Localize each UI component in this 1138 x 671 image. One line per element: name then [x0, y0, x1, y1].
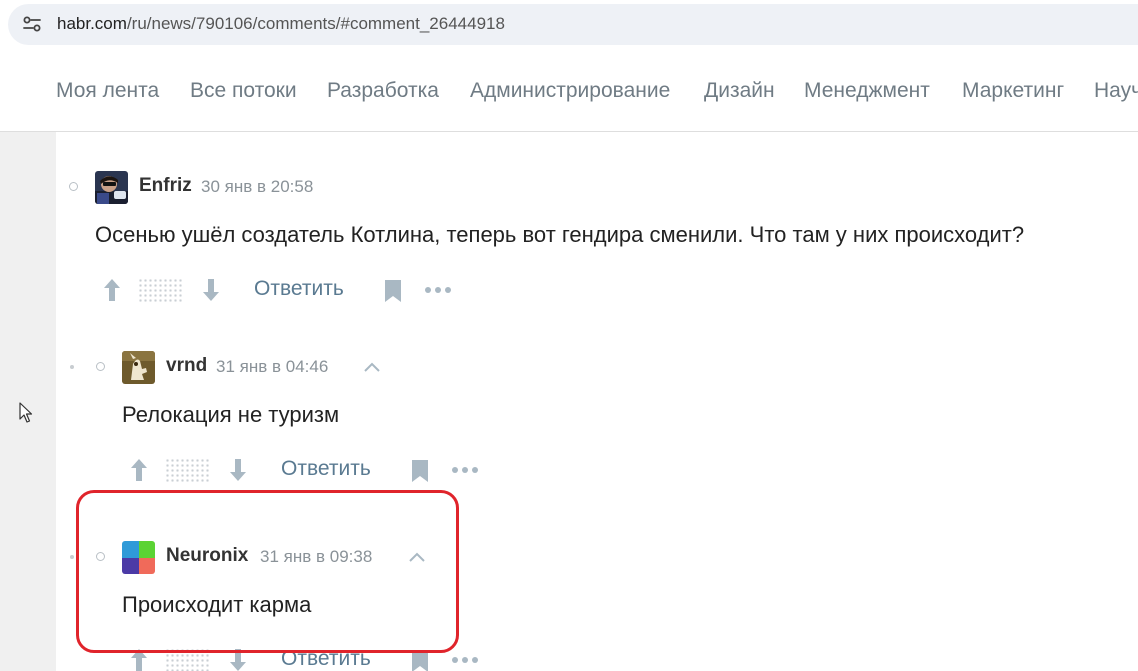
thread-bullet	[96, 362, 105, 371]
highlight-annotation-box	[76, 490, 459, 653]
hubs-navigation: Моя лента Все потоки Разработка Админист…	[0, 54, 1138, 132]
more-options-icon[interactable]	[424, 286, 452, 294]
comment-text: Осенью ушёл создатель Котлина, теперь во…	[95, 222, 1025, 247]
nav-item-administration[interactable]: Администрирование	[470, 79, 670, 103]
karma-hidden-pattern	[165, 458, 209, 482]
avatar[interactable]	[122, 351, 155, 384]
nav-item-management[interactable]: Менеджмент	[804, 79, 930, 103]
vote-down-icon[interactable]	[229, 458, 247, 482]
thread-bullet	[69, 182, 78, 191]
comment-time[interactable]: 31 янв в 04:46	[216, 357, 328, 377]
nav-item-all-streams[interactable]: Все потоки	[190, 79, 297, 103]
comment-time[interactable]: 30 янв в 20:58	[201, 177, 313, 197]
browser-address-bar: habr.com/ru/news/790106/comments/#commen…	[0, 0, 1138, 54]
nav-item-development[interactable]: Разработка	[327, 79, 439, 103]
comment-vrnd: vrnd 31 янв в 04:46 Релокация не туризм …	[56, 312, 1138, 492]
chevron-up-icon[interactable]	[363, 362, 381, 373]
vote-up-icon[interactable]	[103, 278, 121, 302]
vote-down-icon[interactable]	[202, 278, 220, 302]
reply-button[interactable]: Ответить	[254, 277, 344, 301]
avatar[interactable]	[95, 171, 128, 204]
karma-hidden-pattern	[138, 278, 182, 302]
avatar-enfriz-icon	[95, 171, 128, 204]
url-text[interactable]: habr.com/ru/news/790106/comments/#commen…	[57, 14, 505, 34]
nav-item-design[interactable]: Дизайн	[704, 79, 775, 103]
avatar-vrnd-icon	[122, 351, 155, 384]
comment-enfriz: Enfriz 30 янв в 20:58 Осенью ушёл создат…	[56, 132, 1138, 312]
comment-text: Релокация не туризм	[122, 402, 340, 427]
url-host: habr.com	[57, 14, 127, 33]
bookmark-icon[interactable]	[384, 279, 402, 303]
thread-level-dot	[70, 365, 74, 369]
mouse-cursor-icon	[19, 402, 33, 423]
comment-author[interactable]: vrnd	[166, 355, 207, 377]
reply-button[interactable]: Ответить	[281, 457, 371, 481]
nav-item-my-feed[interactable]: Моя лента	[56, 79, 159, 103]
comment-author[interactable]: Enfriz	[139, 175, 192, 197]
nav-item-science[interactable]: Науч	[1094, 79, 1138, 103]
vote-up-icon[interactable]	[130, 458, 148, 482]
thread-level-dot	[70, 555, 74, 559]
nav-item-marketing[interactable]: Маркетинг	[962, 79, 1064, 103]
bookmark-icon[interactable]	[411, 459, 429, 483]
more-options-icon[interactable]	[451, 466, 479, 474]
url-path: /ru/news/790106/comments/#comment_264449…	[126, 14, 505, 33]
more-options-icon[interactable]	[451, 656, 479, 664]
site-settings-icon[interactable]	[22, 14, 42, 34]
